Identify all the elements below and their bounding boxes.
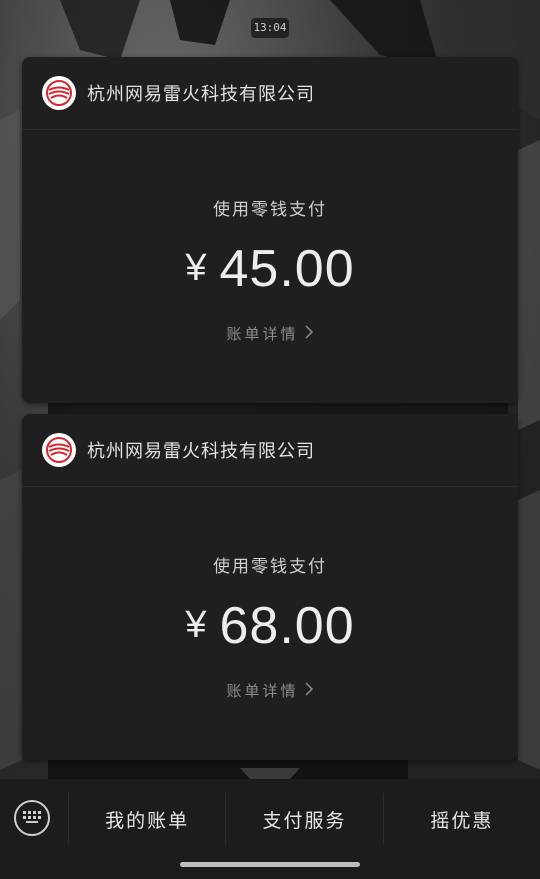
currency-symbol: ¥ <box>185 247 208 289</box>
payment-card[interactable]: 杭州网易雷火科技有限公司 使用零钱支付 ¥45.00 账单详情 <box>22 57 518 403</box>
merchant-name: 杭州网易雷火科技有限公司 <box>87 441 315 462</box>
service-menu: 我的账单 支付服务 摇优惠 <box>68 793 540 845</box>
bill-detail-link[interactable]: 账单详情 <box>22 680 518 701</box>
netease-logo-icon <box>42 433 76 467</box>
payment-amount: ¥45.00 <box>22 239 518 299</box>
keyboard-toggle-button[interactable] <box>14 800 50 836</box>
amount-value: 68.00 <box>219 597 355 655</box>
keyboard-icon <box>22 809 42 828</box>
menu-item-shake-offers[interactable]: 摇优惠 <box>382 793 540 845</box>
home-indicator[interactable] <box>180 862 360 867</box>
merchant-name: 杭州网易雷火科技有限公司 <box>87 84 315 105</box>
chevron-right-icon <box>304 682 314 700</box>
card-header: 杭州网易雷火科技有限公司 <box>22 414 518 487</box>
message-timestamp: 13:04 <box>251 18 289 38</box>
payment-method-text: 使用零钱支付 <box>213 557 327 577</box>
payment-method-text: 使用零钱支付 <box>213 200 327 220</box>
payment-amount: ¥68.00 <box>22 596 518 656</box>
amount-value: 45.00 <box>219 240 355 298</box>
bill-detail-label: 账单详情 <box>226 325 299 343</box>
netease-logo-icon <box>42 76 76 110</box>
chevron-right-icon <box>304 325 314 343</box>
payment-card[interactable]: 杭州网易雷火科技有限公司 使用零钱支付 ¥68.00 账单详情 <box>22 414 518 760</box>
bill-detail-link[interactable]: 账单详情 <box>22 323 518 344</box>
card-header: 杭州网易雷火科技有限公司 <box>22 57 518 130</box>
menu-item-my-bills[interactable]: 我的账单 <box>68 793 225 845</box>
chat-screen: 13:04 杭州网易雷火科技有限公司 使用零钱支付 ¥45.00 账单详情 杭州… <box>0 0 540 879</box>
currency-symbol: ¥ <box>185 604 208 646</box>
menu-item-payment-services[interactable]: 支付服务 <box>225 793 382 845</box>
bill-detail-label: 账单详情 <box>226 682 299 700</box>
